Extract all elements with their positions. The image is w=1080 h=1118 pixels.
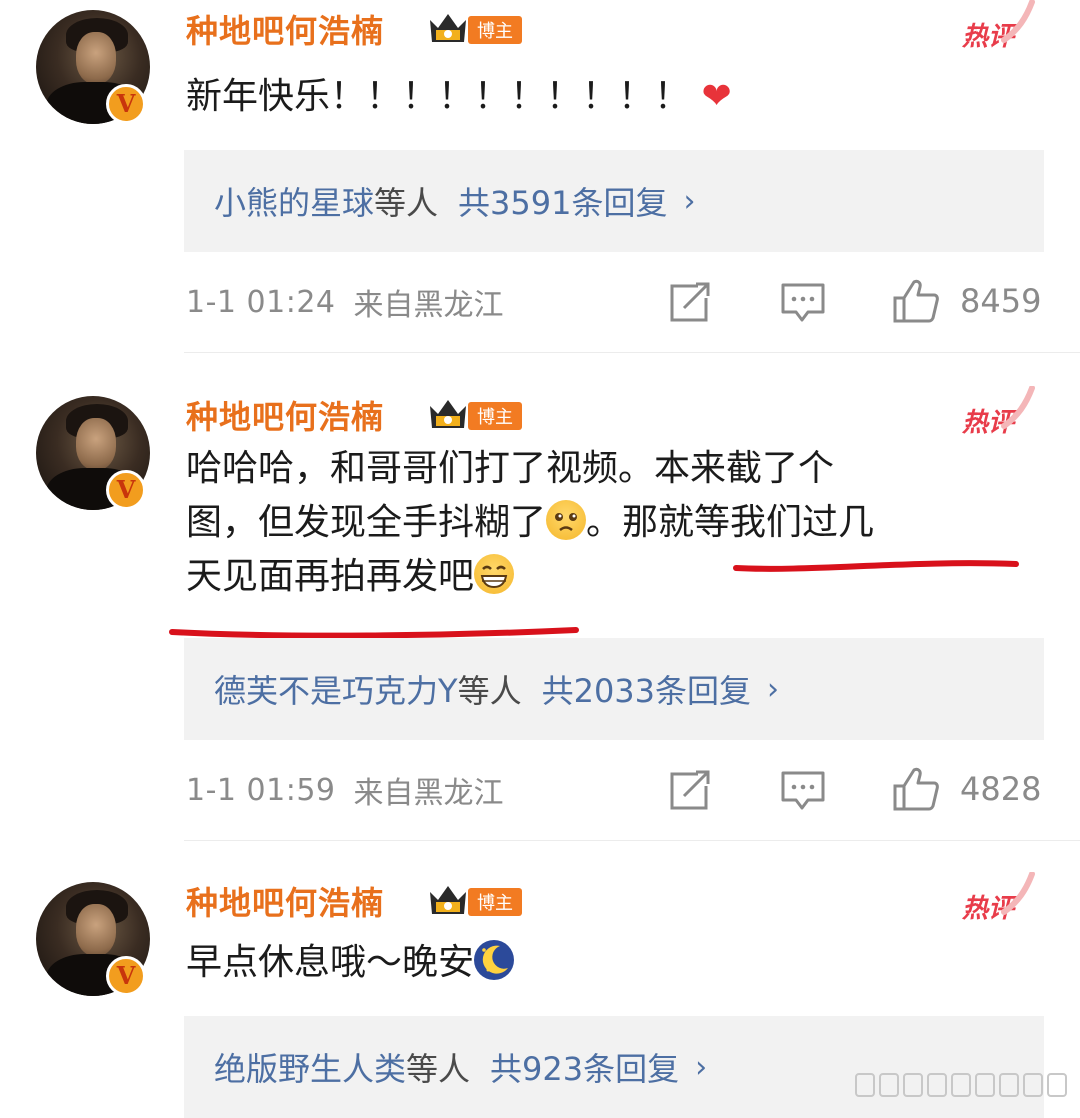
username[interactable]: 种地吧何浩楠: [186, 6, 384, 52]
thumbs-up-icon[interactable]: [892, 278, 940, 324]
crown-icon: [430, 14, 466, 42]
blogger-tag: 博主: [468, 16, 522, 44]
thumbs-up-icon[interactable]: [892, 766, 940, 812]
comment-icon[interactable]: [780, 282, 826, 324]
sad-face-emoji: [546, 500, 587, 540]
chevron-right-icon: ›: [767, 671, 780, 707]
verified-badge-icon: V: [106, 470, 146, 510]
reply-count: 共2033条回复: [541, 672, 752, 710]
reply-username[interactable]: 德芙不是巧克力Y: [214, 666, 458, 712]
username[interactable]: 种地吧何浩楠: [186, 878, 384, 924]
like-count: 4828: [960, 770, 1042, 808]
hot-comment-badge: 热评: [962, 0, 1042, 52]
share-icon[interactable]: [668, 282, 712, 324]
divider: [184, 840, 1080, 841]
share-icon[interactable]: [668, 770, 712, 812]
reply-count: 共923条回复: [490, 1050, 680, 1088]
comment-icon[interactable]: [780, 770, 826, 812]
grin-emoji: [474, 554, 515, 594]
crown-icon: [430, 886, 466, 914]
heart-emoji: ❤: [701, 76, 732, 117]
blogger-tag: 博主: [468, 888, 522, 916]
blogger-tag: 博主: [468, 402, 522, 430]
hot-comment-badge: 热评: [962, 872, 1042, 924]
replies-button[interactable]: 小熊的星球 等人 共3591条回复 ›: [184, 150, 1044, 252]
verified-badge-icon: V: [106, 84, 146, 124]
like-count: 8459: [960, 282, 1042, 320]
reply-count: 共3591条回复: [458, 184, 668, 222]
location: 来自黑龙江: [353, 776, 504, 811]
location: 来自黑龙江: [353, 288, 504, 323]
replies-button[interactable]: 绝版野生人类 等人 共923条回复 ›: [184, 1016, 1044, 1118]
moon-emoji: [474, 940, 515, 980]
hot-comment-badge: 热评: [962, 386, 1042, 438]
verified-badge-icon: V: [106, 956, 146, 996]
timestamp: 1-1 01:59: [186, 772, 336, 808]
comment-text: 哈哈哈，和哥哥们打了视频。本来截了个 图，但发现全手抖糊了 。那就等我们过几 天…: [186, 448, 875, 597]
crown-icon: [430, 400, 466, 428]
watermark: [855, 1073, 1067, 1097]
reply-username[interactable]: 小熊的星球: [214, 178, 374, 224]
chevron-right-icon: ›: [683, 183, 696, 219]
chevron-right-icon: ›: [695, 1049, 708, 1085]
timestamp: 1-1 01:24: [186, 284, 336, 320]
comment-text: 早点休息哦～晚安: [186, 936, 515, 990]
username[interactable]: 种地吧何浩楠: [186, 392, 384, 438]
divider: [184, 352, 1080, 353]
reply-username[interactable]: 绝版野生人类: [214, 1044, 406, 1090]
red-underline-1: [733, 560, 1019, 572]
comment-text: 新年快乐！！！！！！！！！！ ❤: [186, 76, 732, 117]
replies-button[interactable]: 德芙不是巧克力Y 等人 共2033条回复 ›: [184, 638, 1044, 740]
